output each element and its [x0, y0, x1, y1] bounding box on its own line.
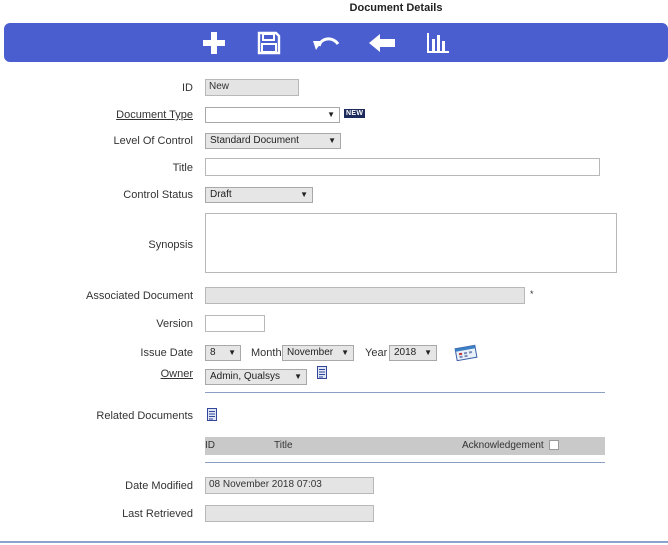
issue-month-select[interactable]: November ▼ — [282, 345, 354, 361]
synopsis-textarea[interactable] — [205, 213, 617, 273]
footer-divider — [0, 541, 668, 543]
chevron-down-icon: ▼ — [228, 348, 236, 357]
issue-date-label: Issue Date — [140, 347, 193, 359]
document-list-icon — [317, 366, 327, 379]
toolbar — [4, 23, 668, 62]
title-label: Title — [172, 162, 193, 174]
back-arrow-icon — [369, 34, 395, 52]
owner-value: Admin, Qualsys — [210, 371, 281, 382]
section-divider — [205, 462, 605, 463]
month-label: Month — [251, 347, 282, 359]
owner-lookup-button[interactable] — [317, 366, 327, 379]
column-header-title: Title — [274, 440, 293, 451]
associated-document-label: Associated Document — [86, 290, 193, 302]
year-label: Year — [365, 347, 388, 359]
bar-chart-icon — [427, 33, 449, 53]
save-icon — [257, 31, 281, 55]
level-of-control-label: Level Of Control — [113, 135, 193, 147]
date-modified-field: 08 November 2018 07:03 — [205, 477, 374, 494]
chevron-down-icon: ▼ — [328, 136, 336, 145]
save-button[interactable] — [254, 29, 284, 57]
control-status-value: Draft — [210, 189, 232, 200]
acknowledgement-checkbox[interactable] — [549, 440, 559, 450]
issue-month-value: November — [287, 347, 334, 358]
add-button[interactable] — [199, 29, 229, 57]
column-header-id: ID — [205, 440, 215, 451]
new-document-type-badge[interactable]: NEW — [344, 109, 366, 118]
version-input[interactable] — [205, 315, 265, 332]
owner-link[interactable]: Owner — [161, 368, 193, 380]
back-button[interactable] — [367, 29, 397, 57]
document-type-select[interactable]: ▼ — [205, 107, 340, 123]
date-modified-label: Date Modified — [125, 480, 193, 492]
last-retrieved-label: Last Retrieved — [122, 508, 193, 520]
control-status-label: Control Status — [123, 189, 193, 201]
owner-select[interactable]: Admin, Qualsys ▼ — [205, 369, 307, 385]
chevron-down-icon: ▼ — [424, 348, 432, 357]
document-list-icon — [207, 408, 217, 421]
version-label: Version — [156, 318, 193, 330]
issue-day-value: 8 — [210, 347, 216, 358]
control-status-select[interactable]: Draft ▼ — [205, 187, 313, 203]
level-of-control-value: Standard Document — [210, 135, 299, 146]
last-retrieved-field — [205, 505, 374, 522]
synopsis-label: Synopsis — [148, 239, 193, 251]
calendar-icon — [454, 344, 478, 362]
related-documents-table-header: ID Title Acknowledgement — [205, 437, 605, 455]
calendar-button[interactable] — [453, 344, 479, 362]
undo-button[interactable] — [311, 29, 341, 57]
issue-day-select[interactable]: 8 ▼ — [205, 345, 241, 361]
chevron-down-icon: ▼ — [294, 372, 302, 381]
issue-year-value: 2018 — [394, 347, 417, 358]
id-label: ID — [182, 82, 193, 94]
page-title: Document Details — [349, 2, 443, 14]
issue-year-select[interactable]: 2018 ▼ — [389, 345, 437, 361]
chevron-down-icon: ▼ — [300, 190, 308, 199]
chevron-down-icon: ▼ — [341, 348, 349, 357]
column-header-acknowledgement: Acknowledgement — [462, 440, 544, 451]
add-related-document-button[interactable] — [207, 408, 217, 421]
required-marker: * — [530, 289, 534, 299]
document-type-link[interactable]: Document Type — [116, 109, 193, 121]
associated-document-field — [205, 287, 525, 304]
id-field: New — [205, 79, 299, 96]
chevron-down-icon: ▼ — [327, 110, 335, 119]
level-of-control-select[interactable]: Standard Document ▼ — [205, 133, 341, 149]
plus-icon — [203, 32, 225, 54]
title-input[interactable] — [205, 158, 600, 176]
related-documents-label: Related Documents — [96, 410, 193, 422]
undo-icon — [313, 37, 340, 50]
section-divider — [205, 392, 605, 393]
report-button[interactable] — [423, 29, 453, 57]
